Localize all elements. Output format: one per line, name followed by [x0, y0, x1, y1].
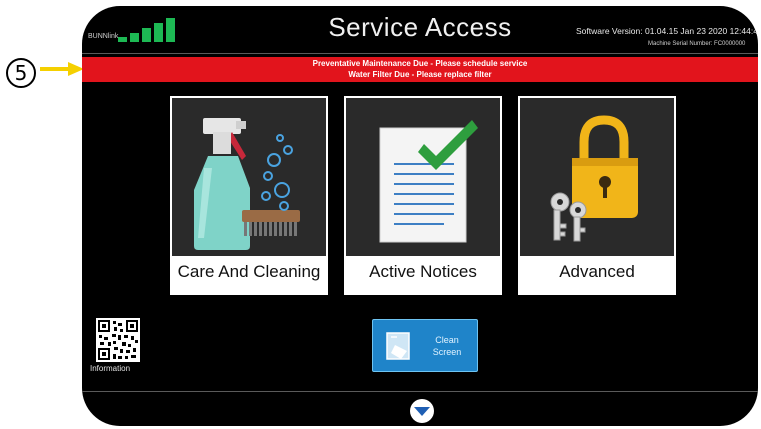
clean-screen-button[interactable]: Clean Screen: [372, 319, 478, 372]
header-bar: BUNNlink Service Access Software Version…: [82, 6, 758, 53]
software-version: Software Version: 01.04.15 Jan 23 2020 1…: [576, 26, 758, 36]
cleaning-spray-icon: [172, 98, 326, 256]
callout-arrow-icon: [40, 62, 84, 76]
advanced-tile[interactable]: Advanced: [518, 96, 676, 295]
care-and-cleaning-tile[interactable]: Care And Cleaning: [170, 96, 328, 295]
alert-line: Preventative Maintenance Due - Please sc…: [312, 59, 528, 68]
wipe-screen-icon: [386, 332, 410, 360]
notice-checklist-icon: [346, 98, 500, 256]
clean-screen-label-line: Clean: [435, 335, 459, 345]
footer-divider: [82, 391, 758, 392]
device-screen: BUNNlink Service Access Software Version…: [82, 6, 758, 426]
maintenance-alert-banner: Preventative Maintenance Due - Please sc…: [82, 57, 758, 82]
information-label[interactable]: Information: [90, 364, 130, 373]
active-notices-tile[interactable]: Active Notices: [344, 96, 502, 295]
alert-line: Water Filter Due - Please replace filter: [348, 70, 492, 79]
clean-screen-label: Clean Screen: [425, 334, 469, 358]
tile-label: Advanced: [559, 262, 635, 281]
machine-serial-number: Machine Serial Number: FC0000000: [648, 41, 746, 47]
clean-screen-label-line: Screen: [432, 347, 462, 357]
qr-code-icon[interactable]: [96, 318, 140, 362]
tile-label: Care And Cleaning: [177, 262, 321, 281]
padlock-keys-icon: [520, 98, 674, 256]
callout-number: 5: [6, 58, 36, 88]
header-divider: [82, 53, 758, 54]
chevron-down-icon[interactable]: [410, 399, 434, 423]
tile-label: Active Notices: [369, 262, 477, 281]
